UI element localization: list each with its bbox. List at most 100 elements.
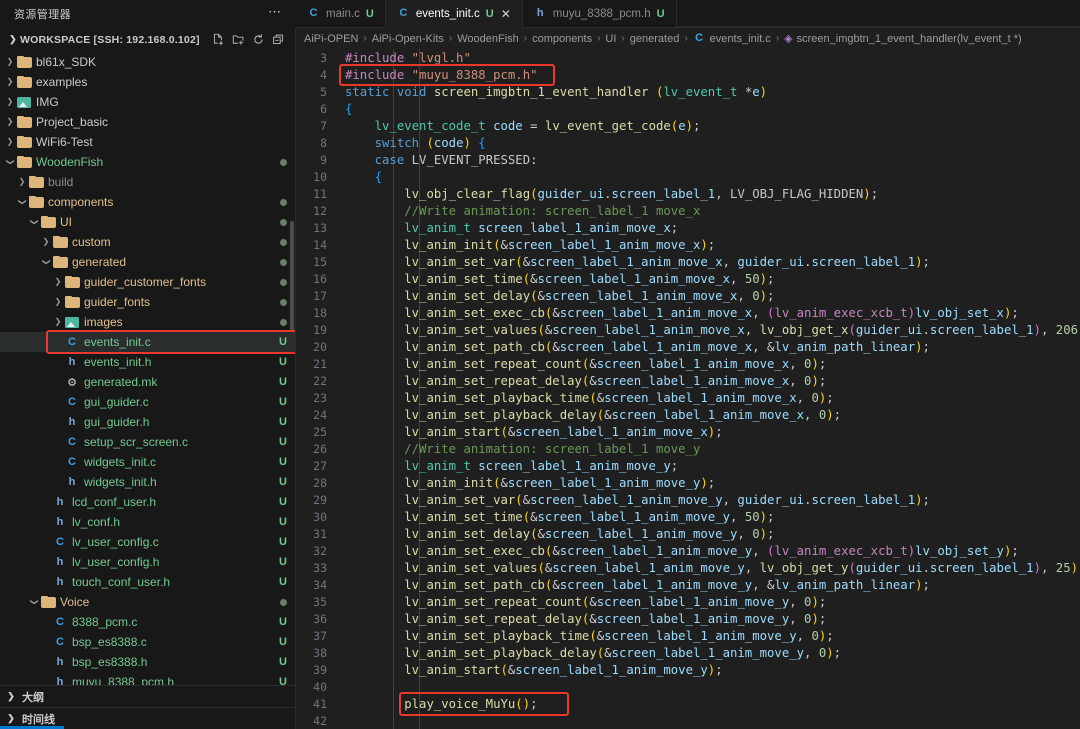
code-line[interactable]: 7 lv_event_code_t code = lv_event_get_co… <box>296 117 1080 134</box>
breadcrumb[interactable]: AiPi-OPEN › AiPi-Open-Kits › WoodenFish › comp… <box>296 28 1080 49</box>
tree-item[interactable]: h lcd_conf_user.h U <box>0 492 295 512</box>
code-line[interactable]: 11 lv_obj_clear_flag(guider_ui.screen_la… <box>296 185 1080 202</box>
code-line[interactable]: 12 //Write animation: screen_label_1 mov… <box>296 202 1080 219</box>
tree-item[interactable]: h muyu_8388_pcm.h U <box>0 672 295 685</box>
code-line[interactable]: 10 { <box>296 168 1080 185</box>
code-line[interactable]: 25 lv_anim_start(&screen_label_1_anim_mo… <box>296 423 1080 440</box>
code-line[interactable]: 6{ <box>296 100 1080 117</box>
breadcrumb-item[interactable]: Cevents_init.c <box>693 32 771 45</box>
code-line[interactable]: 4 #include "muyu_8388_pcm.h" <box>296 66 1080 83</box>
tree-item[interactable]: h events_init.h U <box>0 352 295 372</box>
timeline-panel-header[interactable]: ❯ 时间线 <box>0 707 295 729</box>
tree-item[interactable]: ❯ guider_fonts <box>0 292 295 312</box>
tree-item[interactable]: ❯ Voice <box>0 592 295 612</box>
refresh-icon[interactable] <box>252 33 265 46</box>
new-file-icon[interactable] <box>212 33 225 46</box>
tree-item[interactable]: ❯ bl61x_SDK <box>0 52 295 72</box>
code-line[interactable]: 29 lv_anim_set_var(&screen_label_1_anim_… <box>296 491 1080 508</box>
tree-item-label: widgets_init.c <box>84 455 157 469</box>
new-folder-icon[interactable] <box>232 33 245 46</box>
tab-events-init-c[interactable]: C events_init.c U ✕ <box>385 0 523 28</box>
code-line[interactable]: 33 lv_anim_set_values(&screen_label_1_an… <box>296 559 1080 576</box>
workspace-section-header[interactable]: ❯ WORKSPACE [SSH: 192.168.0.102] <box>0 28 295 51</box>
tab-main-c[interactable]: C main.c U <box>296 0 386 27</box>
code-line[interactable]: 22 lv_anim_set_repeat_delay(&screen_labe… <box>296 372 1080 389</box>
code-line[interactable]: 8 switch (code) { <box>296 134 1080 151</box>
code-line[interactable]: 35 lv_anim_set_repeat_count(&screen_labe… <box>296 593 1080 610</box>
breadcrumb-item[interactable]: AiPi-OPEN <box>304 33 358 45</box>
code-line[interactable]: 16 lv_anim_set_time(&screen_label_1_anim… <box>296 270 1080 287</box>
code-line[interactable]: 28 lv_anim_init(&screen_label_1_anim_mov… <box>296 474 1080 491</box>
breadcrumb-item[interactable]: components <box>532 33 592 45</box>
breadcrumb-item[interactable]: UI <box>605 33 616 45</box>
code-line[interactable]: 41 play_voice_MuYu(); <box>296 695 1080 712</box>
tree-item[interactable]: h touch_conf_user.h U <box>0 572 295 592</box>
tree-item[interactable]: ❯ custom <box>0 232 295 252</box>
tab-muyu-8388-pcm-h[interactable]: h muyu_8388_pcm.h U <box>522 0 677 27</box>
code-text: lv_anim_init(&screen_label_1_anim_move_y… <box>404 475 716 490</box>
code-line[interactable]: 23 lv_anim_set_playback_time(&screen_lab… <box>296 389 1080 406</box>
explorer-more-actions-button[interactable]: ⋯ <box>264 5 286 22</box>
file-tree[interactable]: ❯ bl61x_SDK ❯ examples ❯ IMG ❯ Project_basic ❯ Wi… <box>0 51 295 685</box>
tree-item[interactable]: ❯ UI <box>0 212 295 232</box>
tree-item[interactable]: h widgets_init.h U <box>0 472 295 492</box>
code-line[interactable]: 32 lv_anim_set_exec_cb(&screen_label_1_a… <box>296 542 1080 559</box>
tree-item[interactable]: Clv_user_config.c U <box>0 532 295 552</box>
tree-item-selected[interactable]: Cevents_init.c U <box>0 332 295 352</box>
tree-item[interactable]: h lv_conf.h U <box>0 512 295 532</box>
tree-item[interactable]: ❯ WoodenFish <box>0 152 295 172</box>
code-line[interactable]: 21 lv_anim_set_repeat_count(&screen_labe… <box>296 355 1080 372</box>
code-line[interactable]: 14 lv_anim_init(&screen_label_1_anim_mov… <box>296 236 1080 253</box>
tree-item[interactable]: Cbsp_es8388.c U <box>0 632 295 652</box>
code-line[interactable]: 5 static void screen_imgbtn_1_event_handl… <box>296 83 1080 100</box>
tree-item[interactable]: Cgui_guider.c U <box>0 392 295 412</box>
code-line[interactable]: 37 lv_anim_set_playback_time(&screen_lab… <box>296 627 1080 644</box>
breadcrumb-item[interactable]: AiPi-Open-Kits <box>372 33 444 45</box>
outline-panel-header[interactable]: ❯ 大纲 <box>0 685 295 707</box>
code-line[interactable]: 15 lv_anim_set_var(&screen_label_1_anim_… <box>296 253 1080 270</box>
tree-item[interactable]: ❯ components <box>0 192 295 212</box>
breadcrumb-item[interactable]: WoodenFish <box>457 33 519 45</box>
tree-item[interactable]: ❯ build <box>0 172 295 192</box>
code-text: lv_anim_set_time(&screen_label_1_anim_mo… <box>404 509 775 524</box>
code-line[interactable]: 31 lv_anim_set_delay(&screen_label_1_ani… <box>296 525 1080 542</box>
collapse-all-icon[interactable] <box>272 33 285 46</box>
breadcrumb-item[interactable]: generated <box>630 33 680 45</box>
code-line[interactable]: 24 lv_anim_set_playback_delay(&screen_la… <box>296 406 1080 423</box>
code-line[interactable]: 17 lv_anim_set_delay(&screen_label_1_ani… <box>296 287 1080 304</box>
tree-item[interactable]: ❯ Project_basic <box>0 112 295 132</box>
tree-item[interactable]: ❯ guider_customer_fonts <box>0 272 295 292</box>
code-line[interactable]: 39 lv_anim_start(&screen_label_1_anim_mo… <box>296 661 1080 678</box>
code-line[interactable]: 19 lv_anim_set_values(&screen_label_1_an… <box>296 321 1080 338</box>
breadcrumb-item[interactable]: ◈ screen_imgbtn_1_event_handler(lv_event_… <box>784 32 1022 46</box>
modified-dot-indicator <box>280 598 287 606</box>
code-line[interactable]: 36 lv_anim_set_repeat_delay(&screen_labe… <box>296 610 1080 627</box>
tree-item[interactable]: h bsp_es8388.h U <box>0 652 295 672</box>
tree-item[interactable]: Cwidgets_init.c U <box>0 452 295 472</box>
code-line[interactable]: 20 lv_anim_set_path_cb(&screen_label_1_a… <box>296 338 1080 355</box>
code-line[interactable]: 38 lv_anim_set_playback_delay(&screen_la… <box>296 644 1080 661</box>
tree-item[interactable]: ⚙ generated.mk U <box>0 372 295 392</box>
code-line[interactable]: 40 <box>296 678 1080 695</box>
tree-item[interactable]: C 8388_pcm.c U <box>0 612 295 632</box>
code-line[interactable]: 9 case LV_EVENT_PRESSED: <box>296 151 1080 168</box>
tree-item[interactable]: h gui_guider.h U <box>0 412 295 432</box>
image-folder-icon <box>16 96 32 108</box>
tree-item[interactable]: ❯ IMG <box>0 92 295 112</box>
tree-item[interactable]: ❯ images <box>0 312 295 332</box>
code-line[interactable]: 26 //Write animation: screen_label_1 mov… <box>296 440 1080 457</box>
tree-item[interactable]: ❯ examples <box>0 72 295 92</box>
code-line[interactable]: 34 lv_anim_set_path_cb(&screen_label_1_a… <box>296 576 1080 593</box>
code-line[interactable]: 18 lv_anim_set_exec_cb(&screen_label_1_a… <box>296 304 1080 321</box>
tree-item[interactable]: ❯ generated <box>0 252 295 272</box>
code-line[interactable]: 30 lv_anim_set_time(&screen_label_1_anim… <box>296 508 1080 525</box>
tree-item[interactable]: Csetup_scr_screen.c U <box>0 432 295 452</box>
close-icon[interactable]: ✕ <box>501 8 511 20</box>
code-line[interactable]: 27 lv_anim_t screen_label_1_anim_move_y; <box>296 457 1080 474</box>
tree-item[interactable]: h lv_user_config.h U <box>0 552 295 572</box>
code-line[interactable]: 42 <box>296 712 1080 729</box>
code-content[interactable]: 3 #include "lvgl.h" 4 #include "muyu_8388_p… <box>296 49 1080 729</box>
tree-item[interactable]: ❯ WiFi6-Test <box>0 132 295 152</box>
code-line[interactable]: 13 lv_anim_t screen_label_1_anim_move_x; <box>296 219 1080 236</box>
code-line[interactable]: 3 #include "lvgl.h" <box>296 49 1080 66</box>
